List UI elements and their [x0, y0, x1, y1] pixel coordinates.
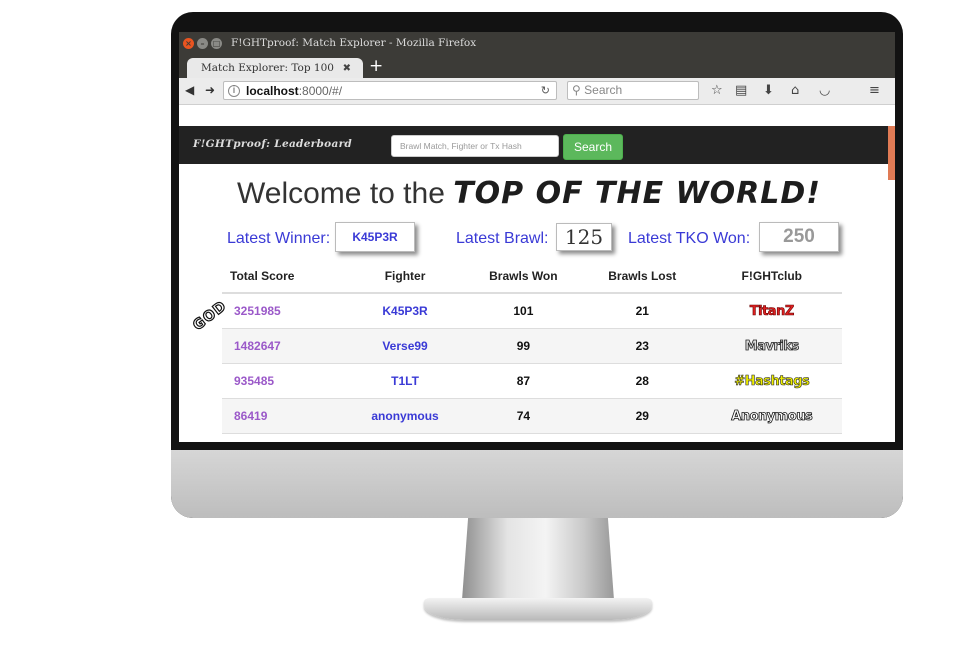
close-tab-icon[interactable]: ✖ — [343, 63, 351, 74]
search-button[interactable]: Search — [563, 134, 623, 160]
won-cell: 87 — [463, 363, 584, 399]
col-brawls-won[interactable]: Brawls Won — [463, 260, 584, 294]
latest-tko-value: 250 — [759, 222, 839, 252]
latest-winner-label: Latest Winner: — [227, 230, 331, 247]
score-cell: 3251985 — [222, 293, 347, 329]
score-cell: 86419 — [222, 398, 347, 434]
won-cell — [463, 433, 584, 442]
monitor-stand — [462, 518, 614, 600]
web-page: F!GHTproof: Leaderboard Brawl Match, Fig… — [179, 126, 895, 442]
minimize-window-icon[interactable]: – — [197, 37, 208, 49]
col-fighter[interactable]: Fighter — [346, 260, 464, 294]
imac-monitor: × – □ F!GHTproof: Match Explorer - Mozil… — [171, 12, 903, 518]
fighter-link[interactable]: anonymous — [346, 398, 464, 434]
table-row[interactable]: 935485 T1LT 87 28 #Hashtags — [222, 363, 842, 399]
pocket-icon[interactable]: ◡ — [819, 83, 830, 98]
fighter-link[interactable]: Verse99 — [346, 328, 464, 364]
score-cell: 935485 — [222, 363, 347, 399]
title-prefix: Welcome to the — [237, 177, 454, 210]
lost-cell: 23 — [583, 328, 702, 364]
bookmarks-list-icon[interactable]: ▤ — [735, 83, 747, 98]
table-row-partial[interactable] — [222, 433, 842, 442]
url-bar[interactable]: i localhost :8000/#/ ↻ — [223, 81, 557, 100]
new-tab-icon[interactable]: + — [369, 56, 383, 76]
tab-bar: Match Explorer: Top 100 ✖ + — [179, 54, 895, 78]
col-fightclub[interactable]: F!GHTclub — [701, 260, 842, 294]
col-total-score[interactable]: Total Score — [222, 260, 347, 294]
menu-icon[interactable]: ≡ — [869, 83, 880, 98]
url-host: localhost — [246, 83, 299, 98]
app-navbar: F!GHTproof: Leaderboard Brawl Match, Fig… — [179, 126, 895, 180]
leaderboard-search-input[interactable]: Brawl Match, Fighter or Tx Hash — [391, 135, 559, 157]
lost-cell: 21 — [583, 293, 702, 329]
monitor-chin — [171, 450, 903, 518]
latest-brawl-value: 125 — [556, 223, 612, 251]
tab-match-explorer[interactable]: Match Explorer: Top 100 ✖ — [187, 58, 363, 78]
table-header-row: Total Score Fighter Brawls Won Brawls Lo… — [222, 260, 842, 294]
club-cell: #Hashtags — [701, 363, 842, 399]
browser-search-input[interactable]: ⚲ Search — [567, 81, 699, 100]
score-cell: 1482647 — [222, 328, 347, 364]
club-logo-mavriks[interactable]: Mavriks — [744, 338, 799, 354]
close-window-icon[interactable]: × — [183, 37, 194, 49]
won-cell: 101 — [463, 293, 584, 329]
url-path: :8000/#/ — [298, 83, 343, 98]
browser-window: × – □ F!GHTproof: Match Explorer - Mozil… — [179, 32, 895, 442]
latest-tko-label: Latest TKO Won: — [628, 230, 751, 247]
page-title: Welcome to the TOP OF THE WORLD! — [237, 176, 821, 211]
lost-cell: 28 — [583, 363, 702, 399]
home-icon[interactable]: ⌂ — [791, 83, 799, 98]
reload-icon[interactable]: ↻ — [541, 84, 550, 97]
club-logo-titanz[interactable]: TitanZ — [749, 303, 794, 319]
fighter-link[interactable]: K45P3R — [346, 293, 464, 329]
club-cell: TitanZ — [701, 293, 842, 329]
monitor-base — [424, 598, 652, 620]
won-cell: 74 — [463, 398, 584, 434]
window-titlebar: × – □ F!GHTproof: Match Explorer - Mozil… — [179, 32, 895, 54]
club-cell: Mavriks — [701, 328, 842, 364]
forward-icon[interactable]: ➜ — [205, 83, 215, 97]
info-icon[interactable]: i — [228, 84, 240, 97]
bookmark-star-icon[interactable]: ☆ — [711, 83, 723, 98]
latest-brawl-label: Latest Brawl: — [456, 230, 549, 247]
maximize-window-icon[interactable]: □ — [211, 37, 222, 49]
club-cell — [701, 433, 842, 442]
tab-label: Match Explorer: Top 100 — [201, 62, 334, 74]
club-logo-anonymous[interactable]: Anonymous — [731, 408, 813, 424]
table-row[interactable]: 1482647 Verse99 99 23 Mavriks — [222, 328, 842, 364]
leaderboard-table: Total Score Fighter Brawls Won Brawls Lo… — [222, 260, 842, 442]
app-brand[interactable]: F!GHTproof: Leaderboard — [193, 138, 352, 150]
latest-winner-value: K45P3R — [335, 222, 415, 252]
navigation-bar: ◀ ➜ i localhost :8000/#/ ↻ ⚲ Search ☆ ▤ … — [179, 78, 895, 105]
lost-cell — [583, 433, 702, 442]
fighter-link[interactable] — [346, 433, 464, 442]
title-emphasis: TOP OF THE WORLD! — [453, 176, 821, 211]
search-icon: ⚲ — [572, 83, 581, 97]
back-icon[interactable]: ◀ — [185, 83, 194, 97]
club-cell: Anonymous — [701, 398, 842, 434]
table-row[interactable]: 3251985 K45P3R 101 21 TitanZ — [222, 293, 842, 329]
fighter-link[interactable]: T1LT — [346, 363, 464, 399]
won-cell: 99 — [463, 328, 584, 364]
lost-cell: 29 — [583, 398, 702, 434]
downloads-icon[interactable]: ⬇ — [763, 83, 774, 98]
browser-search-placeholder: Search — [584, 83, 623, 97]
score-cell — [222, 433, 347, 442]
table-row[interactable]: 86419 anonymous 74 29 Anonymous — [222, 398, 842, 434]
club-logo-hashtags[interactable]: #Hashtags — [734, 373, 810, 389]
window-title: F!GHTproof: Match Explorer - Mozilla Fir… — [231, 37, 477, 49]
col-brawls-lost[interactable]: Brawls Lost — [583, 260, 702, 294]
page-scrollbar[interactable] — [888, 126, 895, 180]
